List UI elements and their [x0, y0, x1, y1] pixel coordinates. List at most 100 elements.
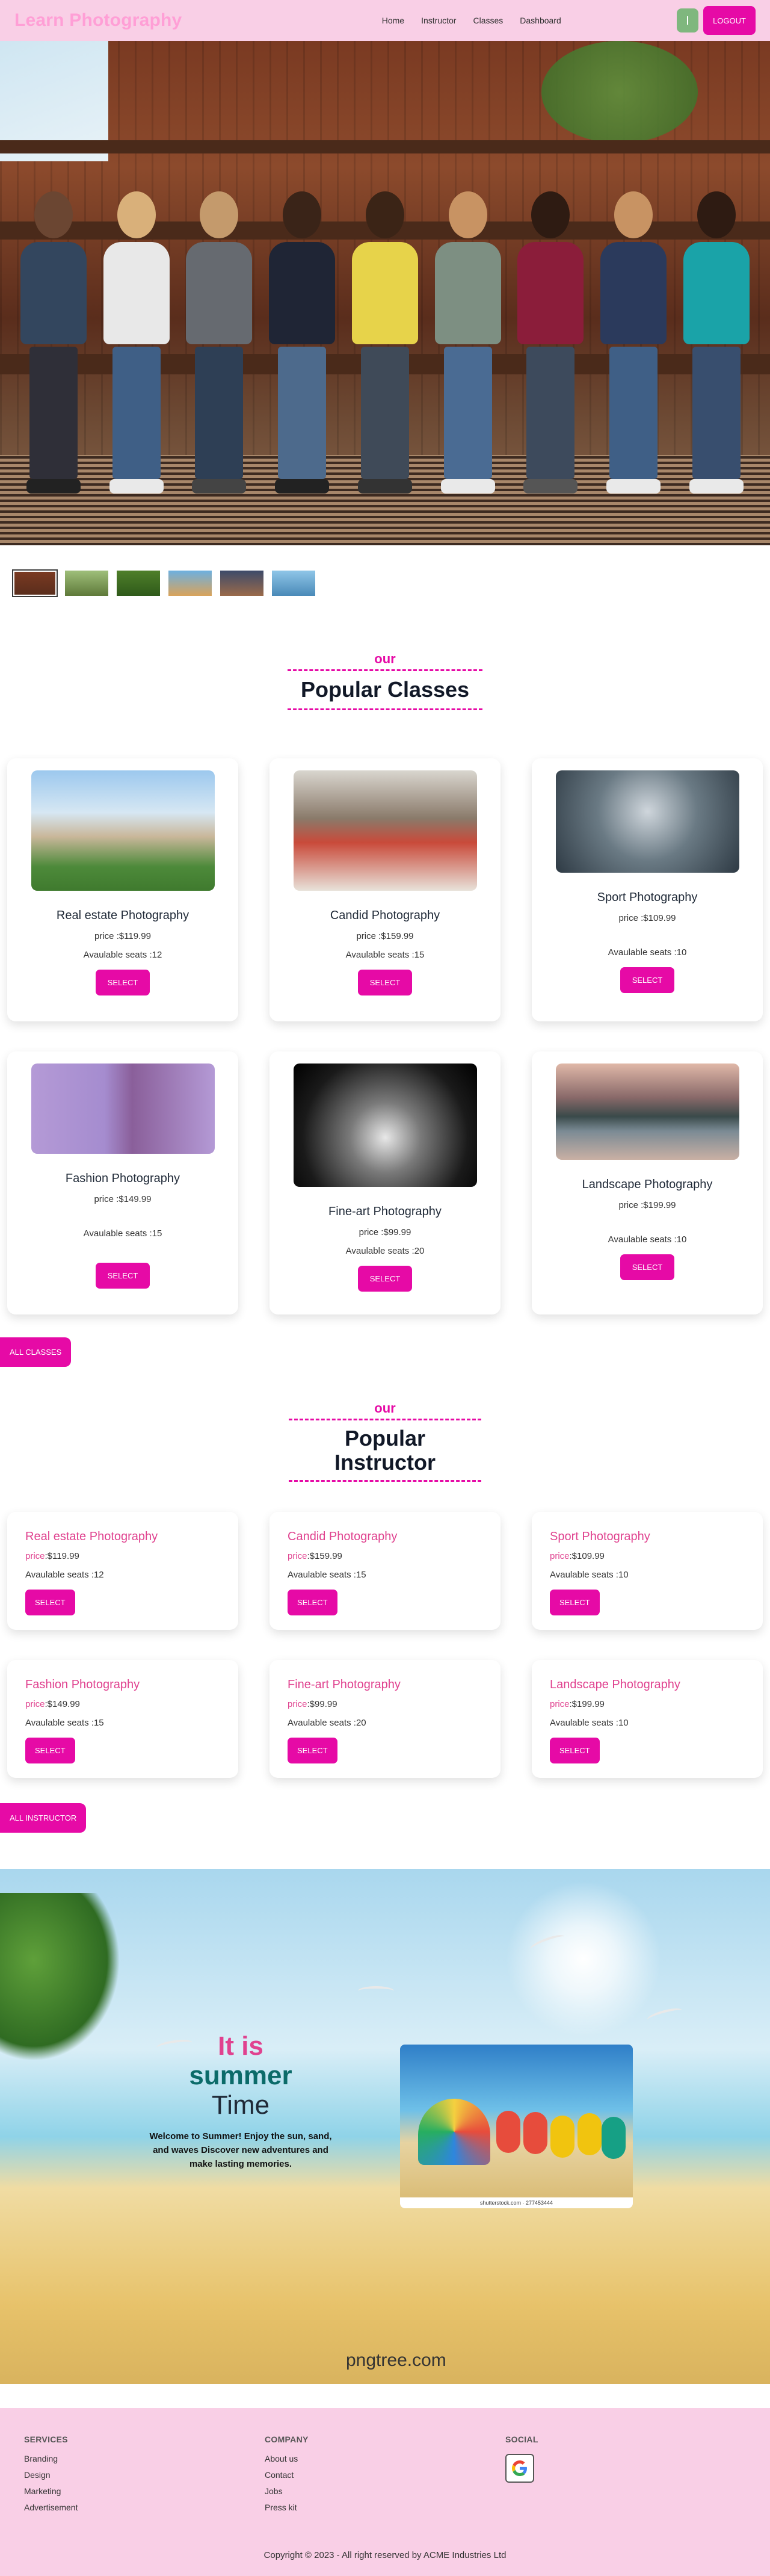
footer-link-branding[interactable]: Branding [24, 2454, 265, 2463]
select-button[interactable]: SELECT [288, 1738, 337, 1764]
class-card-price: price :$159.99 [356, 931, 414, 941]
footer-link-contact[interactable]: Contact [265, 2470, 505, 2480]
footer-link-about[interactable]: About us [265, 2454, 505, 2463]
instructor-card-seats: Avaulable seats :10 [550, 1718, 629, 1729]
instructor-card-title: Real estate Photography [25, 1530, 158, 1544]
summer-beach-image: shutterstock.com · 277453444 [400, 2045, 633, 2209]
class-card: Fashion Photography price :$149.99 Avaul… [7, 1051, 238, 1314]
select-button[interactable]: SELECT [95, 970, 150, 995]
select-button[interactable]: SELECT [25, 1590, 75, 1616]
nav-links: Home Instructor Classes Dashboard [374, 11, 570, 30]
footer-company-title: COMPANY [265, 2435, 309, 2445]
instructor-card: Fine-art Photography price:$99.99 Avaula… [270, 1660, 500, 1779]
class-card-price: price :$99.99 [359, 1227, 411, 1237]
nav-link-dashboard[interactable]: Dashboard [511, 11, 570, 30]
instructor-card-title: Fine-art Photography [288, 1678, 401, 1692]
seagull-icon [645, 2005, 684, 2025]
summer-line-1: It is [218, 2031, 263, 2061]
instructor-card-price: price:$119.99 [25, 1551, 79, 1562]
palm-graphic [0, 1893, 120, 2062]
google-login-button[interactable] [505, 2454, 534, 2483]
footer-link-advertisement[interactable]: Advertisement [24, 2503, 265, 2512]
summer-description: Welcome to Summer! Enjoy the sun, sand, … [149, 2131, 332, 2170]
instructor-card-seats: Avaulable seats :10 [550, 1570, 629, 1581]
user-avatar[interactable] [677, 8, 699, 33]
class-card-seats: Avaulable seats :10 [608, 947, 687, 958]
class-card: Sport Photography price :$109.99 Avaulab… [532, 758, 763, 1021]
summer-line-3: Time [211, 2090, 270, 2120]
copyright-text: Copyright © 2023 - All right reserved by… [263, 2550, 507, 2561]
hero-image-people [0, 191, 770, 516]
class-card-price: price :$109.99 [618, 913, 676, 923]
class-card-title: Fashion Photography [65, 1172, 180, 1185]
instructor-card: Real estate Photography price:$119.99 Av… [7, 1512, 238, 1630]
select-button[interactable]: SELECT [550, 1738, 600, 1764]
instructor-card-price: price:$99.99 [288, 1699, 337, 1710]
classes-grid: Real estate Photography price :$119.99 A… [0, 758, 770, 1314]
footer-company: COMPANY About us Contact Jobs Press kit [265, 2435, 505, 2519]
select-button[interactable]: SELECT [25, 1738, 75, 1764]
nav-link-instructor[interactable]: Instructor [413, 11, 464, 30]
all-classes-button[interactable]: ALL CLASSES [0, 1337, 72, 1367]
carousel-thumbnails [0, 545, 770, 609]
class-card-image [31, 770, 215, 891]
class-card-title: Landscape Photography [582, 1178, 713, 1191]
select-button[interactable]: SELECT [357, 970, 413, 995]
carousel-thumb-1[interactable] [12, 569, 58, 597]
class-card-seats: Avaulable seats :20 [345, 1246, 425, 1256]
classes-section-title: Popular Classes [287, 669, 483, 710]
footer-link-press-kit[interactable]: Press kit [265, 2503, 505, 2512]
site-logo[interactable]: Learn Photography [14, 10, 182, 31]
footer-services-title: SERVICES [24, 2435, 68, 2445]
class-card: Candid Photography price :$159.99 Avaula… [270, 758, 500, 1021]
class-card-image [555, 770, 739, 873]
instructor-section-title: Popular Instructor [289, 1419, 481, 1482]
all-instructor-button[interactable]: ALL INSTRUCTOR [0, 1803, 87, 1833]
select-button[interactable]: SELECT [620, 967, 675, 993]
select-button[interactable]: SELECT [95, 1263, 150, 1289]
instructor-card: Candid Photography price:$159.99 Avaulab… [270, 1512, 500, 1630]
logout-button[interactable]: LOGOUT [703, 6, 756, 35]
class-card-image [31, 1064, 215, 1154]
nav-link-home[interactable]: Home [374, 11, 413, 30]
class-card: Fine-art Photography price :$99.99 Avaul… [270, 1051, 500, 1314]
instructor-our-label: our [374, 1401, 396, 1416]
class-card-price: price :$199.99 [618, 1200, 676, 1210]
hero-banner [0, 41, 770, 545]
class-card-image [555, 1064, 739, 1160]
instructor-card-price: price:$159.99 [288, 1551, 342, 1562]
carousel-thumb-3[interactable] [116, 569, 161, 597]
avatar-icon [687, 16, 689, 25]
carousel-thumb-2[interactable] [64, 569, 109, 597]
summer-text: It is summer Time Welcome to Summer! Enj… [144, 2031, 337, 2172]
instructor-card-title: Candid Photography [288, 1530, 398, 1544]
instructor-card-title: Sport Photography [550, 1530, 650, 1544]
google-icon [512, 2460, 527, 2477]
carousel-thumb-6[interactable] [271, 569, 316, 597]
footer-link-marketing[interactable]: Marketing [24, 2486, 265, 2496]
select-button[interactable]: SELECT [550, 1590, 600, 1616]
class-card-title: Fine-art Photography [328, 1205, 442, 1218]
select-button[interactable]: SELECT [620, 1254, 675, 1280]
footer-link-design[interactable]: Design [24, 2470, 265, 2480]
class-card-price: price :$119.99 [94, 931, 151, 941]
select-button[interactable]: SELECT [357, 1266, 413, 1292]
class-card-title: Candid Photography [330, 909, 440, 922]
footer-link-jobs[interactable]: Jobs [265, 2486, 505, 2496]
carousel-thumb-5[interactable] [219, 569, 265, 597]
instructor-card-price: price:$109.99 [550, 1551, 605, 1562]
footer-social-title: SOCIAL [505, 2435, 538, 2445]
class-card-title: Real estate Photography [56, 909, 189, 922]
navbar: Learn Photography Home Instructor Classe… [0, 0, 770, 41]
instructor-card-price: price:$199.99 [550, 1699, 605, 1710]
instructor-card-title: Fashion Photography [25, 1678, 140, 1692]
instructor-card-price: price:$149.99 [25, 1699, 80, 1710]
class-card-seats: Avaulable seats :10 [608, 1234, 687, 1245]
nav-link-classes[interactable]: Classes [464, 11, 511, 30]
summer-banner: It is summer Time Welcome to Summer! Enj… [0, 1869, 770, 2385]
carousel-thumb-4[interactable] [167, 569, 213, 597]
select-button[interactable]: SELECT [288, 1590, 337, 1616]
class-card-title: Sport Photography [597, 891, 698, 904]
footer-services: SERVICES Branding Design Marketing Adver… [24, 2435, 265, 2519]
class-card-image [293, 1064, 477, 1187]
